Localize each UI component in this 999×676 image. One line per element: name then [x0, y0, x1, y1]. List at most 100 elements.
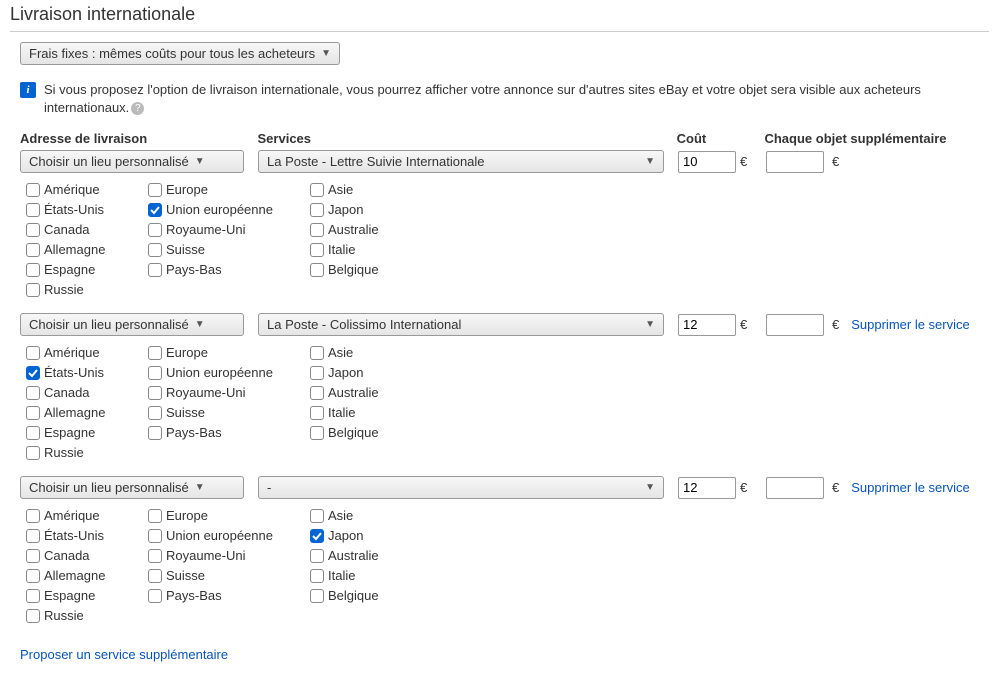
- country-checkbox[interactable]: [26, 529, 40, 543]
- country-label: États-Unis: [44, 527, 104, 545]
- chevron-down-icon: ▼: [321, 48, 331, 59]
- chevron-down-icon: ▼: [645, 156, 655, 167]
- country-checkbox[interactable]: [310, 203, 324, 217]
- country-label: Suisse: [166, 567, 205, 585]
- country-checkbox[interactable]: [26, 366, 40, 380]
- country-checkbox[interactable]: [26, 406, 40, 420]
- country-checkbox[interactable]: [26, 243, 40, 257]
- country-label: Royaume-Uni: [166, 547, 245, 565]
- country-label: Amérique: [44, 344, 100, 362]
- country-label: Union européenne: [166, 201, 273, 219]
- country-checkbox[interactable]: [148, 426, 162, 440]
- country-checkbox[interactable]: [148, 203, 162, 217]
- cost-input[interactable]: [678, 314, 736, 336]
- country-label: Pays-Bas: [166, 261, 222, 279]
- cost-input[interactable]: [678, 151, 736, 173]
- currency-label: €: [740, 317, 747, 332]
- country-checkbox[interactable]: [148, 183, 162, 197]
- cost-type-dropdown[interactable]: Frais fixes : mêmes coûts pour tous les …: [20, 42, 340, 65]
- country-label: Belgique: [328, 587, 379, 605]
- chevron-down-icon: ▼: [645, 482, 655, 493]
- extra-cost-input[interactable]: [766, 314, 824, 336]
- country-checkbox[interactable]: [310, 366, 324, 380]
- add-service-link[interactable]: Proposer un service supplémentaire: [20, 647, 228, 662]
- country-checkbox[interactable]: [310, 263, 324, 277]
- country-checkbox[interactable]: [148, 589, 162, 603]
- country-label: Union européenne: [166, 364, 273, 382]
- country-label: Russie: [44, 444, 84, 462]
- country-label: Allemagne: [44, 567, 105, 585]
- service-select[interactable]: La Poste - Lettre Suivie Internationale▼: [258, 150, 664, 173]
- country-label: Japon: [328, 527, 363, 545]
- cost-type-dropdown-label: Frais fixes : mêmes coûts pour tous les …: [29, 46, 315, 61]
- country-label: Australie: [328, 221, 379, 239]
- country-checkbox[interactable]: [148, 263, 162, 277]
- country-checkbox[interactable]: [26, 569, 40, 583]
- country-checkbox[interactable]: [148, 346, 162, 360]
- cost-input[interactable]: [678, 477, 736, 499]
- country-label: Asie: [328, 181, 353, 199]
- country-checkbox[interactable]: [148, 243, 162, 257]
- country-checkbox[interactable]: [26, 183, 40, 197]
- country-checkbox[interactable]: [26, 589, 40, 603]
- country-checkbox[interactable]: [310, 509, 324, 523]
- country-checkbox[interactable]: [26, 549, 40, 563]
- country-checkbox[interactable]: [310, 529, 324, 543]
- location-select-label: Choisir un lieu personnalisé: [29, 480, 189, 495]
- country-label: Japon: [328, 201, 363, 219]
- country-checkbox[interactable]: [148, 386, 162, 400]
- country-checkbox[interactable]: [26, 386, 40, 400]
- country-checkbox[interactable]: [26, 283, 40, 297]
- header-cost: Coût: [677, 131, 765, 146]
- country-checkbox[interactable]: [148, 509, 162, 523]
- country-checkbox[interactable]: [310, 243, 324, 257]
- currency-label: €: [740, 154, 747, 169]
- country-checkbox[interactable]: [26, 203, 40, 217]
- country-checkbox[interactable]: [26, 223, 40, 237]
- country-label: Italie: [328, 404, 355, 422]
- country-checkbox[interactable]: [310, 183, 324, 197]
- country-label: Asie: [328, 507, 353, 525]
- country-checkbox[interactable]: [310, 549, 324, 563]
- service-select-label: -: [267, 480, 639, 495]
- country-checkbox[interactable]: [148, 549, 162, 563]
- country-checkbox[interactable]: [310, 426, 324, 440]
- country-checkbox[interactable]: [148, 366, 162, 380]
- country-checkbox[interactable]: [148, 223, 162, 237]
- header-extra: Chaque objet supplémentaire: [764, 131, 989, 146]
- remove-service-link[interactable]: Supprimer le service: [851, 480, 970, 495]
- location-select[interactable]: Choisir un lieu personnalisé▼: [20, 150, 244, 173]
- country-checkbox[interactable]: [148, 406, 162, 420]
- service-select[interactable]: La Poste - Colissimo International▼: [258, 313, 664, 336]
- country-checkbox[interactable]: [148, 529, 162, 543]
- country-label: Pays-Bas: [166, 587, 222, 605]
- service-select[interactable]: -▼: [258, 476, 664, 499]
- extra-cost-input[interactable]: [766, 477, 824, 499]
- country-checkbox[interactable]: [26, 426, 40, 440]
- country-checkbox[interactable]: [26, 509, 40, 523]
- country-checkbox[interactable]: [26, 446, 40, 460]
- country-label: Pays-Bas: [166, 424, 222, 442]
- remove-service-link[interactable]: Supprimer le service: [851, 317, 970, 332]
- country-label: Royaume-Uni: [166, 384, 245, 402]
- country-checkbox[interactable]: [148, 569, 162, 583]
- country-checkbox[interactable]: [26, 346, 40, 360]
- country-label: Suisse: [166, 241, 205, 259]
- country-label: Europe: [166, 507, 208, 525]
- country-label: Canada: [44, 547, 90, 565]
- country-label: États-Unis: [44, 201, 104, 219]
- country-checkbox[interactable]: [310, 589, 324, 603]
- location-select[interactable]: Choisir un lieu personnalisé▼: [20, 476, 244, 499]
- country-checkbox[interactable]: [310, 386, 324, 400]
- country-checkbox[interactable]: [310, 406, 324, 420]
- info-icon: i: [20, 82, 36, 98]
- country-checkbox[interactable]: [310, 569, 324, 583]
- country-checkbox[interactable]: [26, 609, 40, 623]
- extra-cost-input[interactable]: [766, 151, 824, 173]
- country-checkbox[interactable]: [26, 263, 40, 277]
- country-label: Australie: [328, 547, 379, 565]
- country-checkbox[interactable]: [310, 223, 324, 237]
- country-checkbox[interactable]: [310, 346, 324, 360]
- location-select[interactable]: Choisir un lieu personnalisé▼: [20, 313, 244, 336]
- help-icon[interactable]: ?: [131, 102, 144, 115]
